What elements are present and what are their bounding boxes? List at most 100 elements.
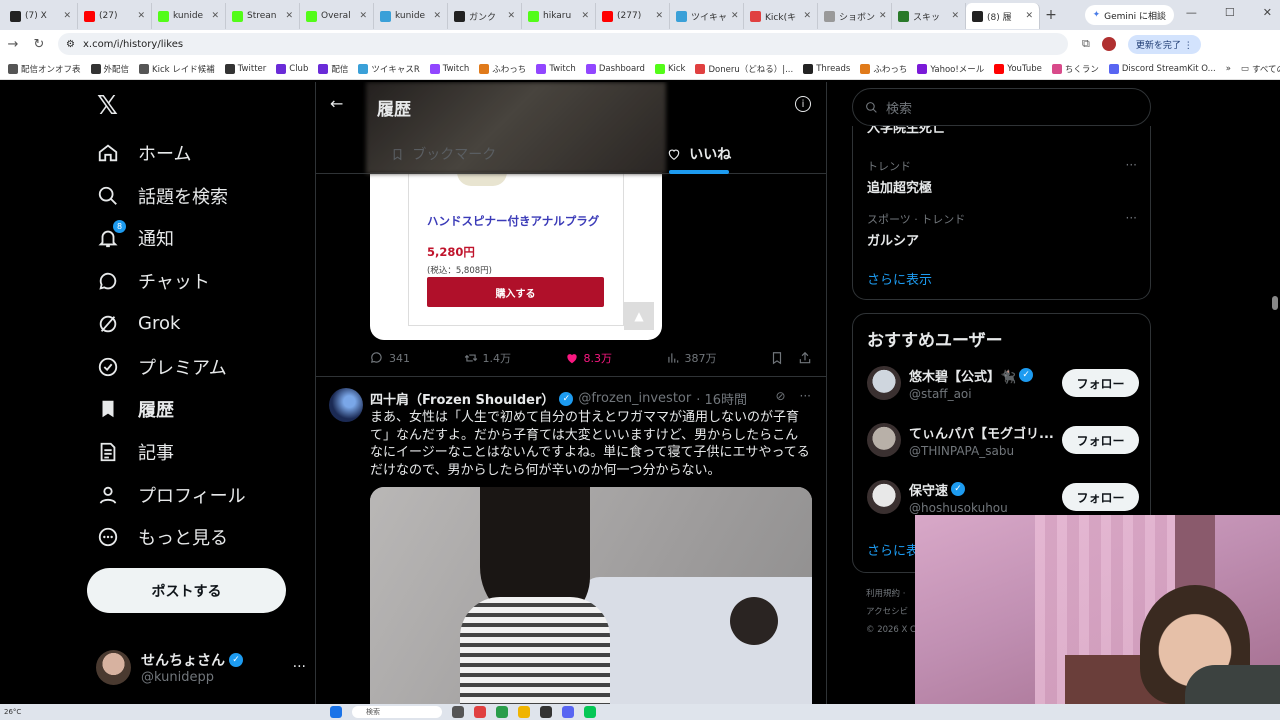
nav-item[interactable]: 記事 bbox=[96, 433, 174, 471]
x-logo-icon[interactable]: 𝕏 bbox=[97, 93, 121, 119]
post-button[interactable]: ポストする bbox=[87, 568, 286, 613]
tweet-media-product-card[interactable]: ハンドスピナー付きアナルプラグ 5,280円 (税込：5,808円) 購入する … bbox=[370, 172, 662, 340]
browser-tab[interactable]: ガンク ✕ bbox=[448, 3, 522, 29]
taskbar-app-icon[interactable] bbox=[540, 706, 552, 718]
nav-item[interactable]: ホーム bbox=[96, 134, 191, 172]
tab-close-icon[interactable]: ✕ bbox=[433, 11, 441, 21]
account-switcher[interactable]: せんちょさん ✓ @kunidepp ··· bbox=[96, 647, 306, 687]
extensions-icon[interactable]: ⧉ bbox=[1082, 37, 1090, 51]
bookmark-item[interactable]: Discord StreamKit O... bbox=[1108, 63, 1216, 74]
bookmark-item[interactable]: Club bbox=[276, 63, 308, 74]
suggested-user[interactable]: 保守速 ✓ @hoshusokuhou フォロー bbox=[867, 477, 1139, 517]
browser-tab[interactable]: (7) X ✕ bbox=[4, 3, 78, 29]
update-button[interactable]: 更新を完了 ⋮ bbox=[1127, 34, 1201, 54]
taskbar-app-icon[interactable] bbox=[496, 706, 508, 718]
tab-close-icon[interactable]: ✕ bbox=[1025, 11, 1033, 21]
bookmarks-overflow-icon[interactable]: » bbox=[1226, 64, 1231, 74]
trend-item[interactable]: トレンド 追加超究極 ··· bbox=[867, 158, 1137, 196]
follow-button[interactable]: フォロー bbox=[1062, 369, 1139, 397]
bookmark-item[interactable]: Threads bbox=[803, 63, 850, 74]
views-button[interactable]: 387万 bbox=[666, 350, 717, 366]
tab-close-icon[interactable]: ✕ bbox=[731, 11, 739, 21]
bookmark-item[interactable]: ふわっち bbox=[479, 63, 526, 75]
tab-close-icon[interactable]: ✕ bbox=[137, 11, 145, 21]
bookmark-item[interactable]: YouTube bbox=[994, 63, 1042, 74]
trend-cut-off[interactable]: 入学院生死亡 bbox=[867, 126, 945, 136]
close-window-icon[interactable]: ✕ bbox=[1263, 6, 1272, 19]
reload-icon[interactable]: ↻ bbox=[26, 37, 52, 52]
nav-item[interactable]: 話題を検索 bbox=[96, 177, 228, 215]
taskbar-app-icon[interactable] bbox=[584, 706, 596, 718]
tab-close-icon[interactable]: ✕ bbox=[803, 11, 811, 21]
tab-close-icon[interactable]: ✕ bbox=[879, 11, 887, 21]
weather-temp[interactable]: 26°C bbox=[4, 708, 21, 716]
gemini-button[interactable]: ✦ Gemini に相談 bbox=[1084, 5, 1174, 25]
bookmark-item[interactable]: Dashboard bbox=[585, 63, 645, 74]
new-tab-icon[interactable]: + bbox=[1040, 7, 1062, 23]
tab-close-icon[interactable]: ✕ bbox=[211, 11, 219, 21]
bookmark-item[interactable]: Twitter bbox=[224, 63, 266, 74]
scroll-top-button[interactable]: ▲ bbox=[624, 302, 654, 330]
bookmark-button[interactable] bbox=[770, 351, 784, 365]
taskbar-app-icon[interactable] bbox=[452, 706, 464, 718]
search-input[interactable]: 検索 bbox=[852, 88, 1151, 126]
bookmark-item[interactable]: Twitch bbox=[429, 63, 469, 74]
bookmark-item[interactable]: ちくラン bbox=[1051, 63, 1099, 75]
tab-close-icon[interactable]: ✕ bbox=[285, 11, 293, 21]
browser-tab[interactable]: ツイキャ ✕ bbox=[670, 3, 744, 29]
browser-tab[interactable]: kunide ✕ bbox=[374, 3, 448, 29]
suggested-user[interactable]: 悠木碧【公式】🐈‍⬛ ✓ @staff_aoi フォロー bbox=[867, 363, 1139, 403]
taskbar-app-icon[interactable] bbox=[474, 706, 486, 718]
like-button[interactable]: 8.3万 bbox=[565, 350, 612, 366]
bookmark-item[interactable]: 配信 bbox=[318, 63, 348, 75]
bookmark-item[interactable]: ツイキャスR bbox=[358, 63, 420, 75]
trend-more-icon[interactable]: ··· bbox=[1126, 158, 1137, 172]
browser-tab[interactable]: (277) ✕ bbox=[596, 3, 670, 29]
nav-item[interactable]: プレミアム bbox=[96, 348, 227, 386]
all-bookmarks-folder[interactable]: ▭すべてのブックマーク bbox=[1241, 63, 1280, 75]
nav-item[interactable]: 8 通知 bbox=[96, 219, 174, 257]
browser-tab[interactable]: Overal ✕ bbox=[300, 3, 374, 29]
tweet[interactable]: 四十肩（Frozen Shoulder） ✓ @frozen_investor … bbox=[316, 377, 826, 704]
follow-button[interactable]: フォロー bbox=[1062, 483, 1139, 511]
nav-item[interactable]: チャット bbox=[96, 262, 210, 300]
nav-item[interactable]: 履歴 bbox=[96, 390, 174, 428]
share-button[interactable] bbox=[798, 351, 812, 365]
trend-more-icon[interactable]: ··· bbox=[1126, 211, 1137, 225]
tweet-author-name[interactable]: 四十肩（Frozen Shoulder） bbox=[370, 389, 554, 408]
browser-tab[interactable]: (27) ✕ bbox=[78, 3, 152, 29]
tweet-more-icon[interactable]: ··· bbox=[800, 389, 811, 403]
info-icon[interactable]: i bbox=[795, 96, 811, 112]
tweet-media-photo[interactable] bbox=[370, 487, 812, 704]
buy-button[interactable]: 購入する bbox=[427, 277, 604, 307]
browser-tab[interactable]: hikaru ✕ bbox=[522, 3, 596, 29]
tweet-author-handle[interactable]: @frozen_investor bbox=[578, 391, 691, 406]
taskbar-search[interactable]: 検索 bbox=[352, 706, 442, 718]
tab-close-icon[interactable]: ✕ bbox=[63, 11, 71, 21]
bookmark-item[interactable]: 配信オンオフ表 bbox=[8, 63, 81, 75]
tab-close-icon[interactable]: ✕ bbox=[581, 11, 589, 21]
maximize-icon[interactable]: ☐ bbox=[1225, 6, 1235, 19]
site-info-icon[interactable]: ⚙ bbox=[66, 39, 75, 50]
bookmark-item[interactable]: Doneru（どねる）|... bbox=[695, 63, 793, 75]
bookmark-item[interactable]: Yahoo!メール bbox=[917, 63, 984, 75]
taskbar-app-icon[interactable] bbox=[562, 706, 574, 718]
tweet-time[interactable]: · 16時間 bbox=[696, 389, 747, 408]
back-arrow-icon[interactable]: ← bbox=[330, 94, 343, 113]
tab-close-icon[interactable]: ✕ bbox=[359, 11, 367, 21]
url-field[interactable]: ⚙ x.com/i/history/likes bbox=[58, 33, 1068, 55]
trend-item[interactable]: スポーツ · トレンド ガルシア ··· bbox=[867, 211, 1137, 249]
browser-tab[interactable]: Kick(キ ✕ bbox=[744, 3, 818, 29]
nav-item[interactable]: Grok bbox=[96, 305, 180, 343]
tab-bookmarks[interactable]: ブックマーク bbox=[316, 134, 572, 174]
forward-icon[interactable]: → bbox=[0, 37, 26, 52]
bookmark-item[interactable]: ふわっち bbox=[860, 63, 907, 75]
tab-likes[interactable]: いいね bbox=[572, 134, 827, 174]
account-more-icon[interactable]: ··· bbox=[293, 659, 306, 675]
avatar[interactable] bbox=[867, 480, 901, 514]
browser-tab[interactable]: (8) 履 ✕ bbox=[966, 3, 1040, 29]
tab-close-icon[interactable]: ✕ bbox=[655, 11, 663, 21]
nav-item[interactable]: もっと見る bbox=[96, 518, 228, 556]
windows-start-icon[interactable] bbox=[330, 706, 342, 718]
suggested-user[interactable]: てぃんパパ【モグゴリ...✓ @THINPAPA_sabu フォロー bbox=[867, 420, 1139, 460]
